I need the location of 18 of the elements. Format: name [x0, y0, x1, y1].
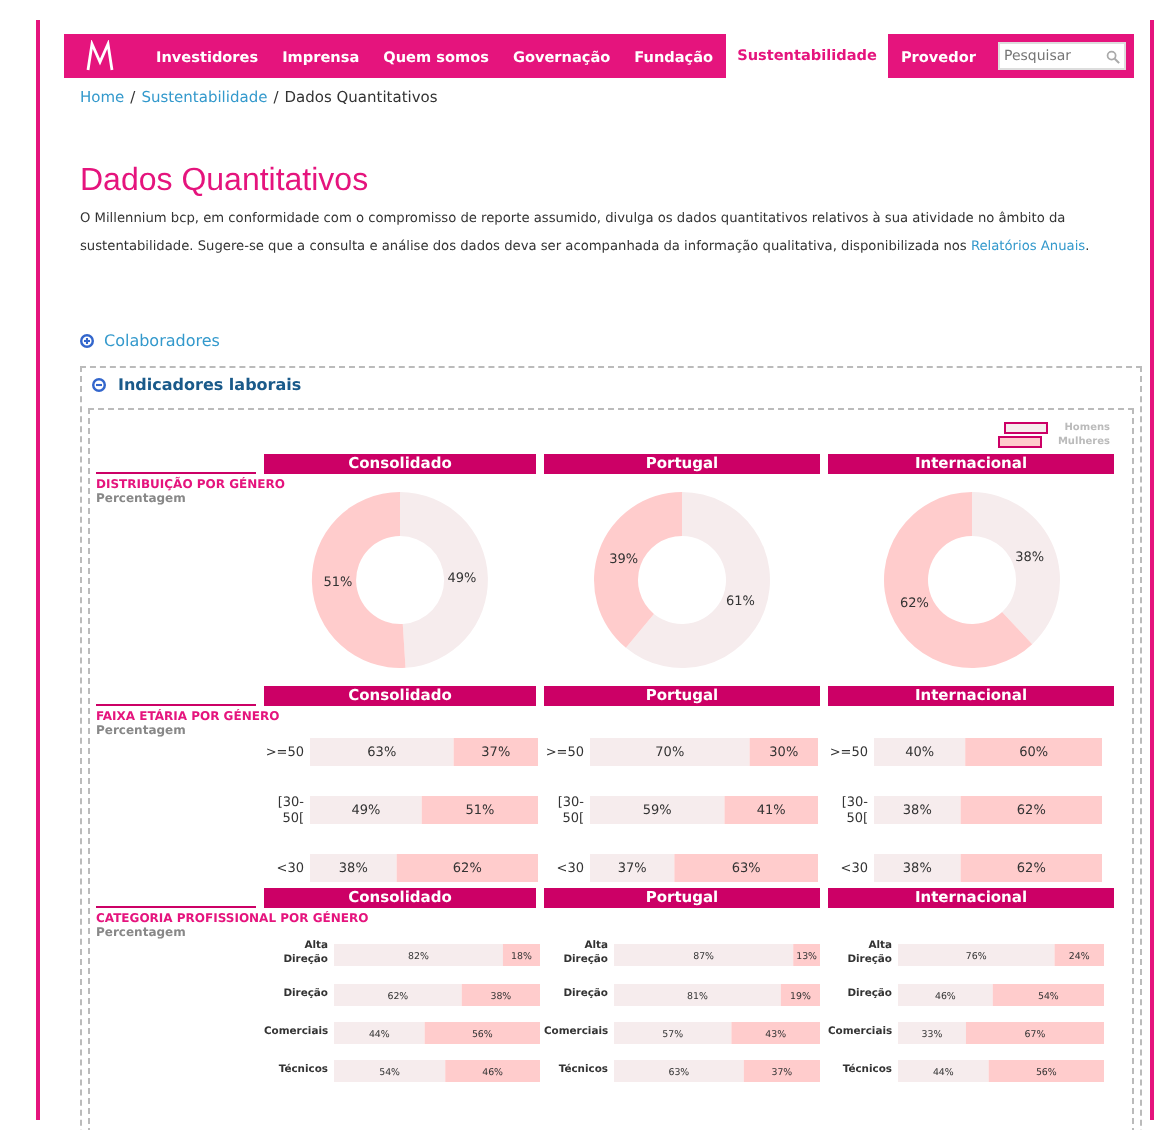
page-title: Dados Quantitativos — [80, 164, 371, 200]
bar-segment — [898, 984, 993, 1006]
panel-heading[interactable]: Indicadores laborais — [118, 376, 302, 394]
bar-segment — [334, 1022, 425, 1044]
bar-segment — [614, 1022, 732, 1044]
bar-segment — [992, 984, 1104, 1006]
logo-icon[interactable] — [84, 40, 116, 72]
bar-segment — [988, 1060, 1104, 1082]
bar-segment — [421, 796, 538, 824]
minus-circle-icon[interactable] — [92, 378, 106, 392]
bar-segment — [334, 1060, 446, 1082]
bar-segment — [445, 1060, 540, 1082]
bar-segment — [898, 1060, 989, 1082]
section-link[interactable]: Colaboradores — [104, 332, 220, 350]
plus-circle-icon[interactable] — [80, 334, 94, 348]
bar-segment — [424, 1022, 540, 1044]
bar-segment — [731, 1022, 820, 1044]
bar-segment — [310, 796, 422, 824]
